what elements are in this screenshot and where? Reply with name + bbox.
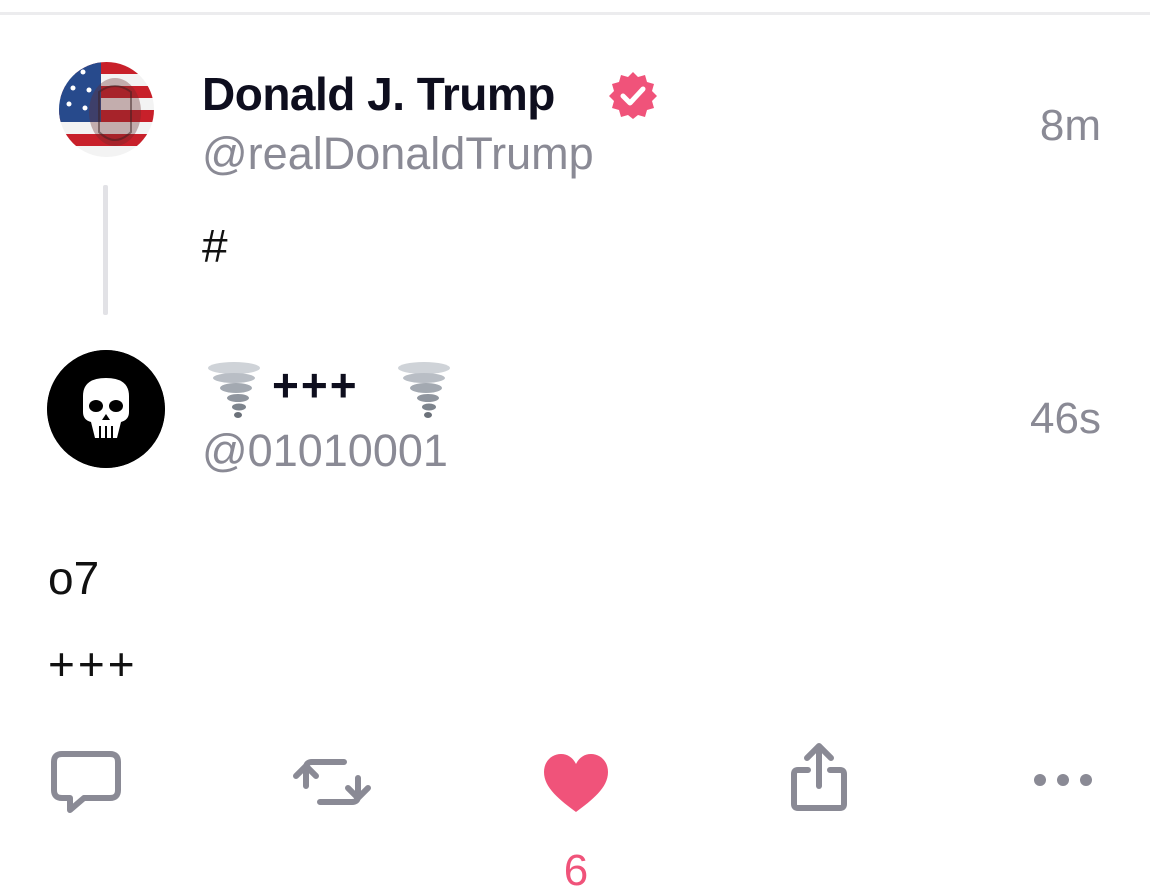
speech-bubble-icon bbox=[51, 751, 121, 813]
like-count: 6 bbox=[563, 846, 589, 895]
author-name[interactable]: Donald J. Trump bbox=[202, 67, 555, 121]
reply-button[interactable] bbox=[50, 748, 122, 816]
repost-arrows-icon bbox=[293, 759, 371, 805]
repost-button[interactable] bbox=[292, 752, 372, 812]
tornado-icon bbox=[398, 362, 450, 418]
reply-author-avatar[interactable] bbox=[47, 350, 165, 468]
reply-author-handle[interactable]: @01010001 bbox=[202, 425, 448, 477]
ellipsis-icon bbox=[1034, 774, 1092, 786]
like-button[interactable] bbox=[540, 750, 612, 816]
post-body: # bbox=[202, 220, 228, 272]
author-avatar[interactable] bbox=[59, 62, 154, 157]
tornado-icon bbox=[208, 362, 260, 418]
share-button[interactable] bbox=[786, 742, 852, 814]
heart-icon bbox=[544, 754, 608, 812]
post-timestamp: 8m bbox=[1039, 101, 1101, 150]
verified-badge-icon bbox=[609, 72, 657, 119]
reply-timestamp: 46s bbox=[1030, 394, 1101, 443]
reply-body-line: o7 bbox=[48, 552, 100, 604]
more-options-button[interactable] bbox=[1030, 765, 1096, 795]
author-handle[interactable]: @realDonaldTrump bbox=[202, 128, 594, 180]
reply-author-name[interactable]: +++ bbox=[272, 358, 359, 412]
reply-body-line: +++ bbox=[48, 638, 138, 690]
thread-connector bbox=[103, 185, 108, 315]
top-divider bbox=[0, 12, 1150, 15]
share-icon bbox=[791, 743, 847, 811]
